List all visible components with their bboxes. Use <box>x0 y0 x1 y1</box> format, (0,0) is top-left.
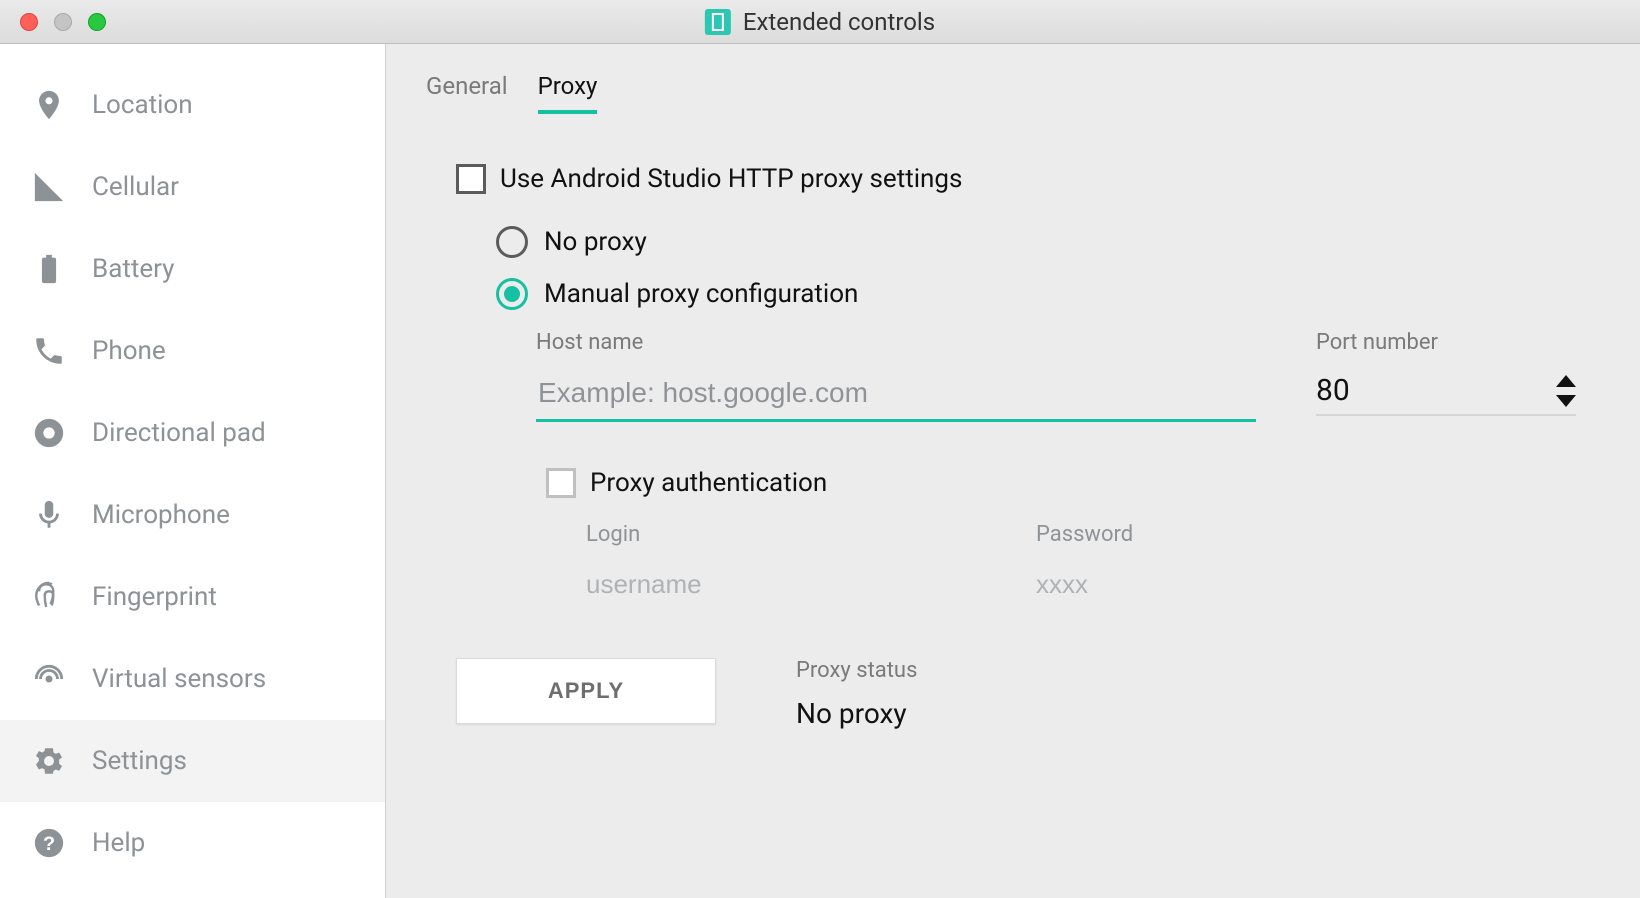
help-icon: ? <box>32 826 66 860</box>
window-maximize-button[interactable] <box>88 13 106 31</box>
sidebar-item-label: Help <box>92 828 145 858</box>
sidebar-item-fingerprint[interactable]: Fingerprint <box>0 556 385 638</box>
login-field: Login <box>586 522 886 606</box>
tab-proxy[interactable]: Proxy <box>538 72 598 114</box>
sidebar-item-label: Phone <box>92 336 166 366</box>
radio-label: Manual proxy configuration <box>544 279 858 309</box>
sidebar-item-label: Cellular <box>92 172 179 202</box>
sidebar: Location Cellular Battery Phone Directio <box>0 44 386 898</box>
tabs: General Proxy <box>426 72 1600 114</box>
main-panel: General Proxy Use Android Studio HTTP pr… <box>386 44 1640 898</box>
sidebar-item-label: Battery <box>92 254 174 284</box>
radio-label: No proxy <box>544 227 647 257</box>
port-step-up[interactable] <box>1556 375 1576 387</box>
sidebar-item-battery[interactable]: Battery <box>0 228 385 310</box>
sidebar-item-label: Virtual sensors <box>92 664 266 694</box>
use-as-http-label: Use Android Studio HTTP proxy settings <box>500 164 962 194</box>
port-label: Port number <box>1316 330 1576 355</box>
login-input[interactable] <box>586 563 886 606</box>
title-center: Extended controls <box>705 8 935 36</box>
port-field: Port number 80 <box>1316 330 1576 422</box>
window-close-button[interactable] <box>20 13 38 31</box>
auth-block: Proxy authentication Login Password <box>546 468 1600 606</box>
password-field: Password <box>1036 522 1336 606</box>
radio-button <box>496 278 528 310</box>
sidebar-item-virtual-sensors[interactable]: Virtual sensors <box>0 638 385 720</box>
proxy-status-block: Proxy status No proxy <box>796 658 917 730</box>
window-minimize-button[interactable] <box>54 13 72 31</box>
apply-button[interactable]: APPLY <box>456 658 716 724</box>
proxy-form: Use Android Studio HTTP proxy settings N… <box>426 114 1600 730</box>
sidebar-item-location[interactable]: Location <box>0 64 385 146</box>
tab-general[interactable]: General <box>426 72 508 110</box>
port-input[interactable]: 80 <box>1316 373 1350 408</box>
sidebar-item-label: Fingerprint <box>92 582 217 612</box>
use-as-http-row: Use Android Studio HTTP proxy settings <box>456 164 1600 194</box>
use-as-http-checkbox[interactable] <box>456 164 486 194</box>
proxy-auth-label: Proxy authentication <box>590 468 827 498</box>
sidebar-item-phone[interactable]: Phone <box>0 310 385 392</box>
radio-button <box>496 226 528 258</box>
sidebar-item-label: Directional pad <box>92 418 266 448</box>
sidebar-item-settings[interactable]: Settings <box>0 720 385 802</box>
microphone-icon <box>32 498 66 532</box>
directional-pad-icon <box>32 416 66 450</box>
password-input[interactable] <box>1036 563 1336 606</box>
sidebar-item-label: Microphone <box>92 500 230 530</box>
location-icon <box>32 88 66 122</box>
password-label: Password <box>1036 522 1336 547</box>
gear-icon <box>32 744 66 778</box>
proxy-status-label: Proxy status <box>796 658 917 683</box>
radio-manual-proxy[interactable]: Manual proxy configuration <box>496 278 1600 310</box>
window-title: Extended controls <box>743 8 935 36</box>
host-field: Host name <box>536 330 1256 422</box>
host-label: Host name <box>536 330 1256 355</box>
traffic-lights <box>0 13 106 31</box>
bottom-row: APPLY Proxy status No proxy <box>456 658 1600 730</box>
sidebar-item-help[interactable]: ? Help <box>0 802 385 884</box>
sidebar-item-cellular[interactable]: Cellular <box>0 146 385 228</box>
login-label: Login <box>586 522 886 547</box>
proxy-auth-checkbox[interactable] <box>546 468 576 498</box>
host-input[interactable] <box>536 373 1256 422</box>
sidebar-item-label: Settings <box>92 746 187 776</box>
app-icon <box>705 9 731 35</box>
proxy-mode-group: No proxy Manual proxy configuration <box>496 226 1600 310</box>
manual-proxy-block: Host name Port number 80 <box>536 330 1600 606</box>
phone-icon <box>32 334 66 368</box>
battery-icon <box>32 252 66 286</box>
cellular-icon <box>32 170 66 204</box>
sensors-icon <box>32 662 66 696</box>
sidebar-item-microphone[interactable]: Microphone <box>0 474 385 556</box>
sidebar-item-label: Location <box>92 90 193 120</box>
title-bar: Extended controls <box>0 0 1640 44</box>
sidebar-item-directional-pad[interactable]: Directional pad <box>0 392 385 474</box>
port-step-down[interactable] <box>1556 395 1576 407</box>
radio-no-proxy[interactable]: No proxy <box>496 226 1600 258</box>
svg-text:?: ? <box>43 833 55 855</box>
port-spinner <box>1556 375 1576 407</box>
proxy-status-value: No proxy <box>796 697 917 730</box>
fingerprint-icon <box>32 580 66 614</box>
